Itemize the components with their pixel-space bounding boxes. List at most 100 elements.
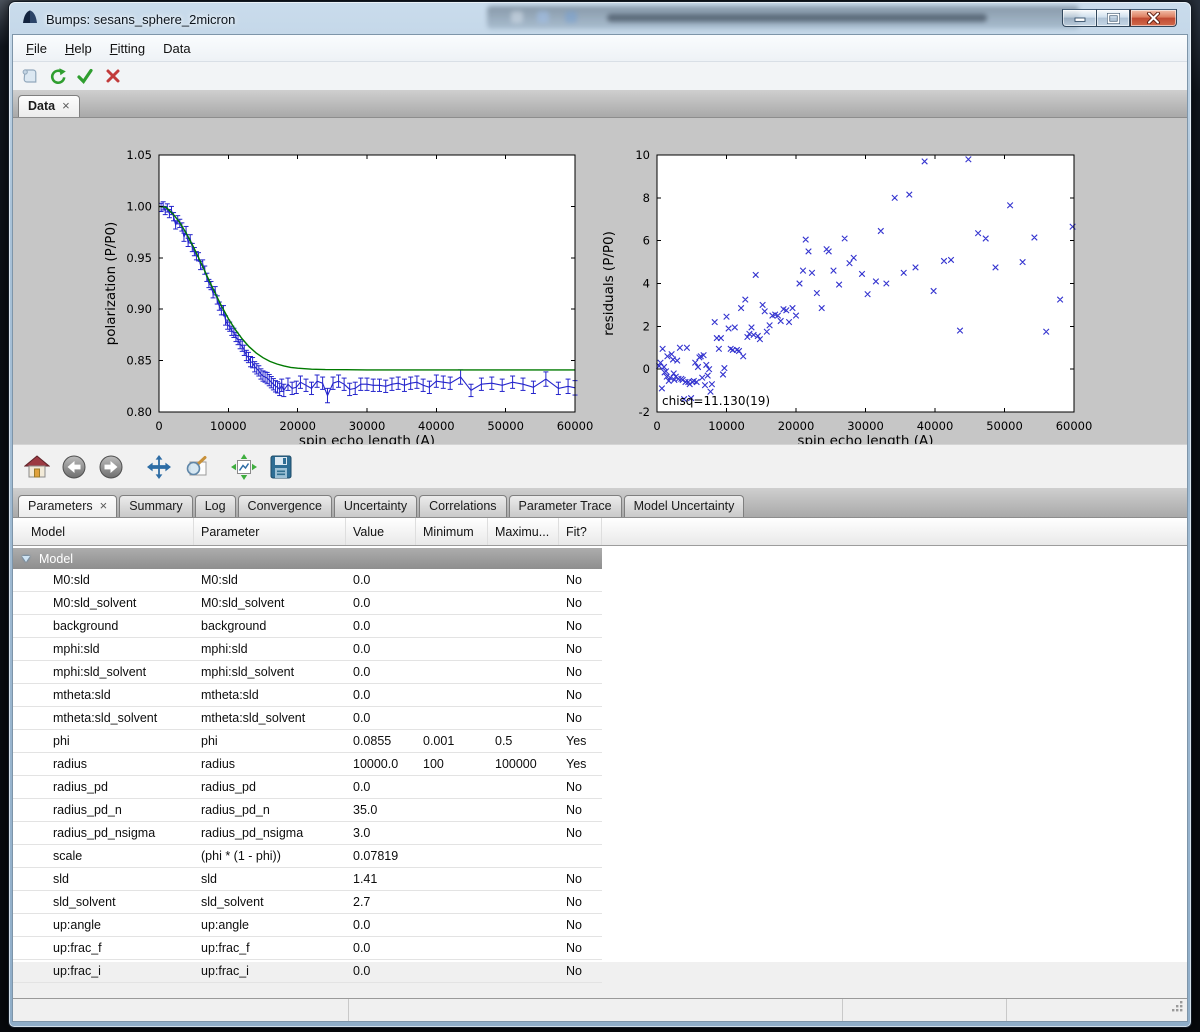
refresh-icon (48, 67, 67, 86)
table-row[interactable]: mphi:sldmphi:sld0.0No (13, 638, 602, 661)
svg-text:chisq=11.130(19): chisq=11.130(19) (662, 394, 770, 408)
table-cell: 2.7 (346, 895, 416, 909)
table-cell: 100000 (488, 757, 559, 771)
table-cell: phi (194, 734, 346, 748)
status-cell (13, 999, 349, 1021)
svg-text:0.95: 0.95 (126, 251, 152, 265)
table-cell: No (559, 642, 602, 656)
svg-text:1.05: 1.05 (126, 148, 152, 162)
table-row[interactable]: sld_solventsld_solvent2.7No (13, 891, 602, 914)
table-row[interactable]: phiphi0.08550.0010.5Yes (13, 730, 602, 753)
pan-button[interactable] (145, 453, 173, 481)
table-cell: sld (194, 872, 346, 886)
accept-button[interactable] (73, 64, 97, 88)
resize-grip[interactable] (1171, 1000, 1184, 1018)
column-header-value[interactable]: Value (346, 518, 416, 545)
table-row[interactable]: M0:sld_solventM0:sld_solvent0.0No (13, 592, 602, 615)
tab-label: Model Uncertainty (634, 499, 735, 513)
table-row[interactable]: scale(phi * (1 - phi))0.07819 (13, 845, 602, 868)
svg-text:0.90: 0.90 (126, 302, 152, 316)
title-bar[interactable]: Bumps: sesans_sphere_2micron (9, 2, 1191, 34)
minimize-button[interactable] (1062, 9, 1096, 27)
table-cell: up:angle (13, 918, 194, 932)
table-cell: 0.0 (346, 573, 416, 587)
table-cell: radius_pd (13, 780, 194, 794)
table-row[interactable]: radiusradius10000.0100100000Yes (13, 753, 602, 776)
plot-tab-bar: Data× (13, 90, 1187, 118)
table-cell: mtheta:sld_solvent (13, 711, 194, 725)
plot-panel: 01000020000300004000050000600000.800.850… (13, 118, 1187, 444)
zoom-icon (183, 454, 209, 480)
table-row[interactable]: radius_pd_nsigmaradius_pd_nsigma3.0No (13, 822, 602, 845)
log-button[interactable] (17, 64, 41, 88)
forward-button[interactable] (97, 453, 125, 481)
menu-item-file[interactable]: File (17, 37, 56, 60)
subplots-button[interactable] (230, 453, 258, 481)
back-button[interactable] (60, 453, 88, 481)
svg-text:spin echo length (A): spin echo length (A) (299, 433, 435, 444)
table-row[interactable]: up:frac_fup:frac_f0.0No (13, 937, 602, 960)
home-button[interactable] (23, 453, 51, 481)
tab-label: Convergence (248, 499, 322, 513)
tab-label: Summary (129, 499, 182, 513)
column-header-fit[interactable]: Fit? (559, 518, 602, 545)
tab-parameters[interactable]: Parameters× (18, 495, 117, 517)
close-button[interactable] (1130, 9, 1177, 27)
tab-log[interactable]: Log (195, 495, 236, 517)
table-row[interactable]: mtheta:sld_solventmtheta:sld_solvent0.0N… (13, 707, 602, 730)
plots-canvas[interactable]: 01000020000300004000050000600000.800.850… (13, 118, 1187, 444)
collapse-triangle-icon (22, 556, 30, 562)
tab-label: Log (205, 499, 226, 513)
svg-text:0: 0 (643, 362, 650, 376)
table-cell: 10000.0 (346, 757, 416, 771)
tab-label: Parameter Trace (519, 499, 612, 513)
table-row[interactable]: sldsld1.41No (13, 868, 602, 891)
app-window: Bumps: sesans_sphere_2micron (8, 1, 1192, 1028)
table-row[interactable]: radius_pdradius_pd0.0No (13, 776, 602, 799)
column-header-maximu[interactable]: Maximu... (488, 518, 559, 545)
table-row[interactable]: mtheta:sldmtheta:sld0.0No (13, 684, 602, 707)
tab-model-uncertainty[interactable]: Model Uncertainty (624, 495, 745, 517)
svg-text:10000: 10000 (210, 419, 247, 433)
tab-summary[interactable]: Summary (119, 495, 192, 517)
forward-icon (98, 454, 124, 480)
table-cell: radius_pd_n (13, 803, 194, 817)
save-button[interactable] (267, 453, 295, 481)
maximize-button[interactable] (1096, 9, 1130, 27)
tab-close-icon[interactable]: × (62, 101, 70, 111)
table-cell: 0.0 (346, 596, 416, 610)
client-area: FileHelpFittingData (12, 34, 1188, 1022)
tab-uncertainty[interactable]: Uncertainty (334, 495, 417, 517)
tab-close-icon[interactable]: × (100, 501, 108, 511)
menu-item-help[interactable]: Help (56, 37, 101, 60)
tab-parameter-trace[interactable]: Parameter Trace (509, 495, 622, 517)
table-cell: M0:sld (13, 573, 194, 587)
table-row[interactable]: backgroundbackground0.0No (13, 615, 602, 638)
table-cell: 0.5 (488, 734, 559, 748)
table-row[interactable]: mphi:sld_solventmphi:sld_solvent0.0No (13, 661, 602, 684)
svg-text:6: 6 (643, 234, 650, 248)
app-toolbar (13, 62, 1187, 90)
tab-convergence[interactable]: Convergence (238, 495, 332, 517)
menu-item-fitting[interactable]: Fitting (101, 37, 154, 60)
model-group-row[interactable]: Model (13, 548, 602, 569)
table-row[interactable]: up:angleup:angle0.0No (13, 914, 602, 937)
svg-text:10000: 10000 (708, 419, 745, 433)
column-header-model[interactable]: Model (13, 518, 194, 545)
start-fit-button[interactable] (45, 64, 69, 88)
column-header-parameter[interactable]: Parameter (194, 518, 346, 545)
status-cell (349, 999, 843, 1021)
column-header-minimum[interactable]: Minimum (416, 518, 488, 545)
back-icon (61, 454, 87, 480)
stop-button[interactable] (101, 64, 125, 88)
menu-item-data[interactable]: Data (154, 37, 199, 60)
table-row[interactable]: up:frac_iup:frac_i0.0No (13, 960, 602, 983)
table-row[interactable]: M0:sldM0:sld0.0No (13, 569, 602, 592)
scroll-icon (20, 67, 38, 85)
zoom-button[interactable] (182, 453, 210, 481)
table-row[interactable]: radius_pd_nradius_pd_n35.0No (13, 799, 602, 822)
tab-data[interactable]: Data× (18, 95, 80, 117)
svg-text:0.80: 0.80 (126, 405, 152, 419)
table-cell: radius_pd_nsigma (13, 826, 194, 840)
tab-correlations[interactable]: Correlations (419, 495, 506, 517)
